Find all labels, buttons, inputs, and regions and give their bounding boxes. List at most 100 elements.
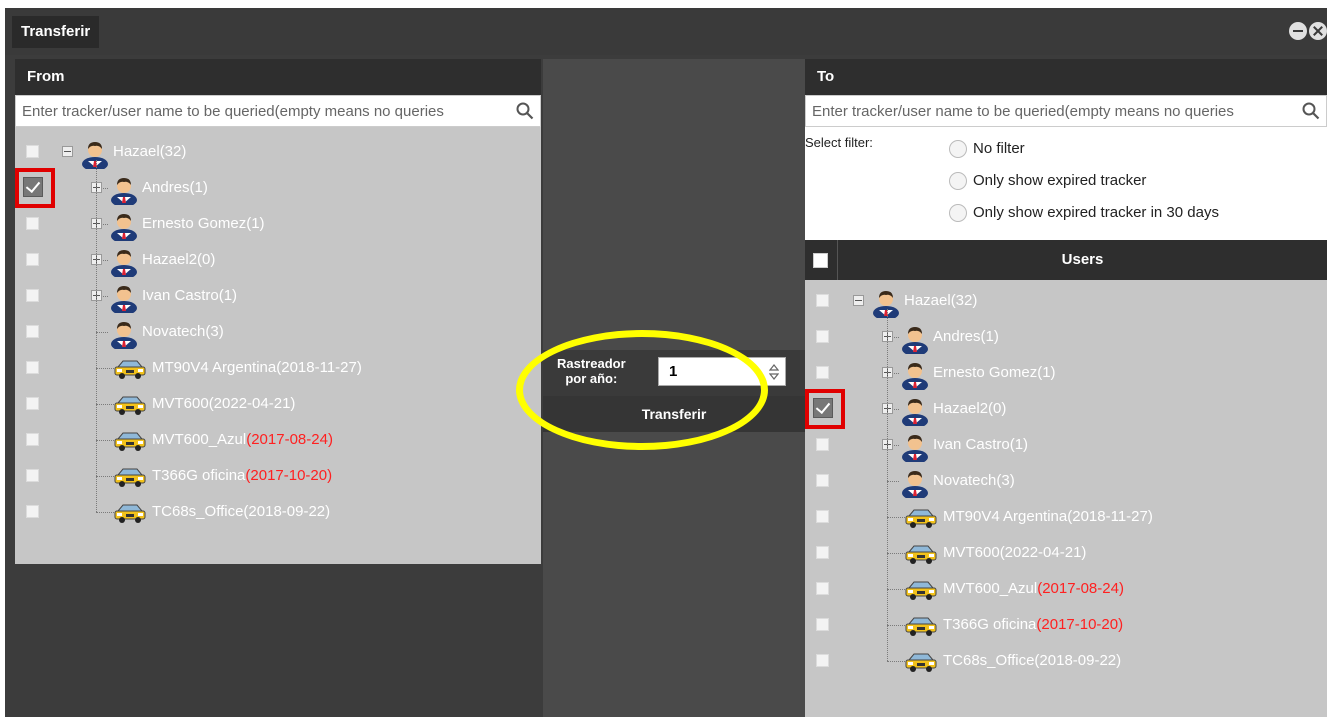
transfer-button[interactable]: Transferir [543,396,805,432]
collapse-icon[interactable] [853,295,864,306]
tree-node-label[interactable]: Andres(1) [933,319,999,355]
transfer-controls: Rastreadorpor año: Transferir [543,59,805,717]
user-icon [108,245,140,279]
quantity-label-line1: Rastreador [557,356,626,371]
tracker-car-icon [114,394,146,416]
checkbox[interactable] [816,654,829,667]
from-tree: Hazael(32) Andres(1) Ernesto Gomez(1) Hazae… [15,127,541,564]
tree-node-label[interactable]: MVT600_Azul(2017-08-24) [943,571,1124,607]
tree-node-label[interactable]: Hazael2(0) [933,391,1006,427]
to-search-box [805,95,1327,127]
minimize-icon[interactable] [1289,22,1307,40]
tree-node-label[interactable]: T366G oficina(2017-10-20) [943,607,1123,643]
tree-user-row[interactable]: Hazael2(0) [805,389,1327,429]
user-icon [108,173,140,207]
checkbox[interactable] [816,618,829,631]
tracker-car-icon [114,358,146,380]
tree-user-row[interactable]: Andres(1) [15,168,541,208]
node-name: Ivan Castro(1) [142,287,238,304]
checkbox[interactable] [26,289,39,302]
user-icon [899,322,931,356]
tree-node-label[interactable]: Andres(1) [142,170,208,206]
close-icon[interactable] [1309,22,1327,40]
tree-tracker-row[interactable]: TC68s_Office(2018-09-22) [805,643,1327,679]
tree-node-label[interactable]: MT90V4 Argentina(2018-11-27) [943,499,1153,535]
checkbox[interactable] [816,294,829,307]
checkbox[interactable] [816,474,829,487]
tree-user-row[interactable]: Ivan Castro(1) [15,278,541,315]
checkbox[interactable] [816,510,829,523]
select-all-checkbox[interactable] [813,253,828,268]
tree-node-label[interactable]: MT90V4 Argentina(2018-11-27) [152,350,362,386]
node-name: MVT600(2022-04-21) [152,395,296,412]
checkbox[interactable] [816,546,829,559]
tree-node-label[interactable]: Ernesto Gomez(1) [933,355,1056,391]
tree-node-label[interactable]: Hazael2(0) [142,242,215,278]
tree-node-label[interactable]: MVT600_Azul(2017-08-24) [152,422,333,458]
tree-tracker-row[interactable]: MVT600_Azul(2017-08-24) [805,571,1327,607]
checkbox[interactable] [26,217,39,230]
checkbox[interactable] [26,145,39,158]
tree-user-row[interactable]: Ivan Castro(1) [805,427,1327,464]
tree-node-label[interactable]: Ivan Castro(1) [933,427,1028,463]
from-search-input[interactable] [16,96,540,126]
tree-user-row[interactable]: Ernesto Gomez(1) [15,206,541,243]
tree-node-label[interactable]: Novatech(3) [142,314,224,350]
tree-node-label[interactable]: Hazael(32) [904,283,977,319]
search-icon[interactable] [1302,102,1320,120]
tree-node-label[interactable]: Ernesto Gomez(1) [142,206,265,242]
tree-node-label[interactable]: T366G oficina(2017-10-20) [152,458,332,494]
tree-tracker-row[interactable]: T366G oficina(2017-10-20) [15,458,541,494]
quantity-field [658,357,786,386]
tree-user-row[interactable]: Hazael(32) [805,283,1327,320]
spinner-icon[interactable] [769,364,779,380]
to-search-input[interactable] [806,96,1326,126]
expired-date: (2017-08-24) [246,431,333,448]
tree-node-label[interactable]: Hazael(32) [113,134,186,170]
tree-node-label[interactable]: TC68s_Office(2018-09-22) [943,643,1121,679]
tree-node-label[interactable]: Novatech(3) [933,463,1015,499]
tree-tracker-row[interactable]: MVT600(2022-04-21) [805,535,1327,571]
title-bar[interactable]: Transferir [5,8,1327,55]
tree-tracker-row[interactable]: MT90V4 Argentina(2018-11-27) [15,350,541,386]
checkbox[interactable] [26,505,39,518]
checkbox[interactable] [26,433,39,446]
checkbox[interactable] [816,582,829,595]
tree-tracker-row[interactable]: MVT600_Azul(2017-08-24) [15,422,541,458]
checkbox[interactable] [26,253,39,266]
checkbox[interactable] [26,397,39,410]
checkbox[interactable] [26,469,39,482]
tree-user-row[interactable]: Ernesto Gomez(1) [805,355,1327,392]
tree-node-label[interactable]: MVT600(2022-04-21) [943,535,1086,571]
tree-user-row[interactable]: Hazael2(0) [15,242,541,279]
tree-user-row[interactable]: Hazael(32) [15,134,541,171]
tree-tracker-row[interactable]: MT90V4 Argentina(2018-11-27) [805,499,1327,535]
checkbox[interactable] [26,361,39,374]
radio-button[interactable] [949,140,967,158]
tracker-car-icon [905,579,937,601]
tree-tracker-row[interactable]: T366G oficina(2017-10-20) [805,607,1327,643]
search-icon[interactable] [516,102,534,120]
to-header: To [805,59,1327,95]
radio-button[interactable] [949,204,967,222]
node-name: Novatech(3) [142,323,224,340]
checkbox[interactable] [816,438,829,451]
tree-node-label[interactable]: Ivan Castro(1) [142,278,237,314]
filter-label: Select filter: [805,135,873,150]
tree-tracker-row[interactable]: MVT600(2022-04-21) [15,386,541,422]
checkbox[interactable] [26,325,39,338]
quantity-input[interactable] [659,358,759,385]
checkbox[interactable] [816,366,829,379]
tree-user-row[interactable]: Andres(1) [805,319,1327,356]
collapse-icon[interactable] [62,146,73,157]
user-icon [899,430,931,464]
tree-node-label[interactable]: TC68s_Office(2018-09-22) [152,494,330,530]
tree-tracker-row[interactable]: TC68s_Office(2018-09-22) [15,494,541,530]
tree-user-row[interactable]: Novatech(3) [805,463,1327,500]
checkbox[interactable] [816,330,829,343]
radio-button[interactable] [949,172,967,190]
tree-user-row[interactable]: Novatech(3) [15,314,541,351]
expired-date: (2017-08-24) [1037,580,1124,597]
tree-node-label[interactable]: MVT600(2022-04-21) [152,386,295,422]
tree-connector [96,440,114,441]
